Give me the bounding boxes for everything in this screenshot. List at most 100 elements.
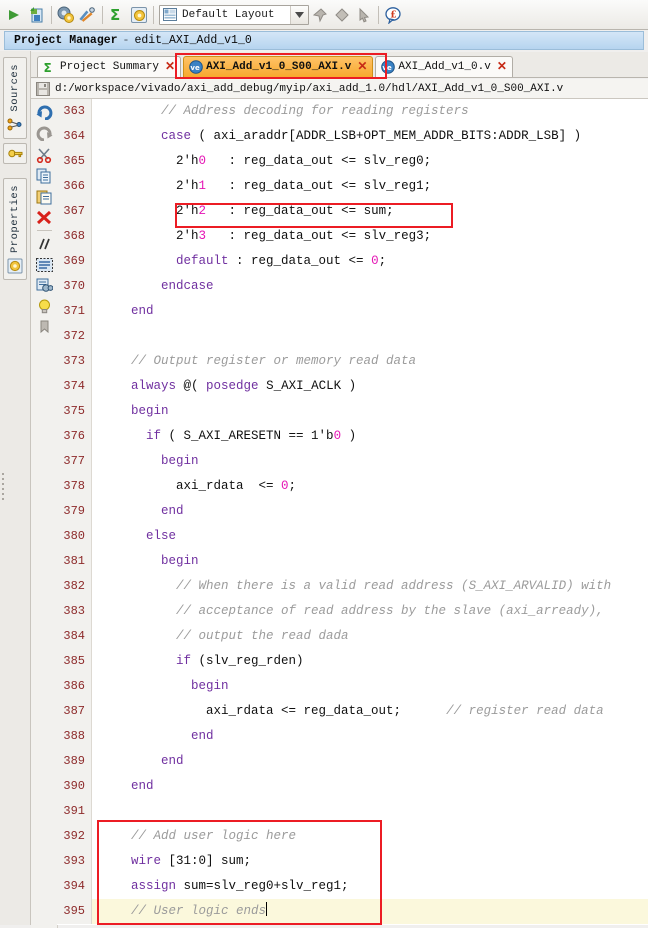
line-text[interactable]: // output the read dada — [92, 624, 349, 649]
cursor-arrow-icon[interactable] — [353, 3, 375, 27]
code-line-365[interactable]: 365 2'h0 : reg_data_out <= slv_reg0; — [57, 149, 648, 174]
code-line-395[interactable]: 395 // User logic ends — [57, 899, 648, 924]
cut-scissors-icon[interactable] — [33, 144, 55, 165]
line-text[interactable]: // User logic ends — [92, 899, 268, 924]
code-line-376[interactable]: 376 if ( S_AXI_ARESETN == 1'b0 ) — [57, 424, 648, 449]
code-line-391[interactable]: 391 — [57, 799, 648, 824]
code-line-381[interactable]: 381 begin — [57, 549, 648, 574]
code-line-385[interactable]: 385 if (slv_reg_rden) — [57, 649, 648, 674]
panel-resize-grip[interactable] — [0, 470, 6, 530]
line-text[interactable]: 2'h2 : reg_data_out <= sum; — [92, 199, 394, 224]
line-text[interactable]: // Output register or memory read data — [92, 349, 416, 374]
save-file-icon[interactable] — [31, 81, 55, 96]
code-line-364[interactable]: 364 case ( axi_araddr[ADDR_LSB+OPT_MEM_A… — [57, 124, 648, 149]
line-text[interactable]: end — [92, 299, 154, 324]
sidebar-key-button[interactable] — [3, 142, 27, 164]
line-text[interactable]: wire [31:0] sum; — [92, 849, 251, 874]
settings-gear-icon[interactable] — [55, 3, 77, 27]
code-line-394[interactable]: 394 assign sum=slv_reg0+slv_reg1; — [57, 874, 648, 899]
code-line-387[interactable]: 387 axi_rdata <= reg_data_out; // regist… — [57, 699, 648, 724]
code-line-377[interactable]: 377 begin — [57, 449, 648, 474]
code-line-374[interactable]: 374 always @( posedge S_AXI_ACLK ) — [57, 374, 648, 399]
bookmark-icon[interactable] — [33, 317, 55, 338]
line-text[interactable]: axi_rdata <= 0; — [92, 474, 296, 499]
line-text[interactable]: begin — [92, 449, 199, 474]
line-text[interactable]: 2'h3 : reg_data_out <= slv_reg3; — [92, 224, 431, 249]
code-line-369[interactable]: 369 default : reg_data_out <= 0; — [57, 249, 648, 274]
code-line-379[interactable]: 379 end — [57, 499, 648, 524]
code-line-371[interactable]: 371 end — [57, 299, 648, 324]
properties-gear-icon — [6, 257, 24, 275]
line-text[interactable]: end — [92, 774, 154, 799]
line-text[interactable]: end — [92, 749, 184, 774]
diamond-icon[interactable] — [331, 3, 353, 27]
chevron-down-icon[interactable] — [290, 5, 308, 24]
code-line-375[interactable]: 375 begin — [57, 399, 648, 424]
line-text[interactable]: // acceptance of read address by the sla… — [92, 599, 604, 624]
lightbulb-icon[interactable] — [33, 296, 55, 317]
pin-icon[interactable] — [309, 3, 331, 27]
help-tip-icon[interactable]: £ — [382, 3, 404, 27]
report-icon[interactable] — [26, 3, 48, 27]
sidebar-group-properties[interactable]: Properties — [3, 177, 27, 280]
code-line-388[interactable]: 388 end — [57, 724, 648, 749]
line-text[interactable]: // Address decoding for reading register… — [92, 99, 469, 124]
line-text[interactable]: always @( posedge S_AXI_ACLK ) — [92, 374, 356, 399]
line-text[interactable]: 2'h0 : reg_data_out <= slv_reg0; — [92, 149, 431, 174]
code-line-378[interactable]: 378 axi_rdata <= 0; — [57, 474, 648, 499]
line-text[interactable]: begin — [92, 399, 169, 424]
line-text[interactable]: end — [92, 499, 184, 524]
line-text[interactable]: if ( S_AXI_ARESETN == 1'b0 ) — [92, 424, 356, 449]
code-line-386[interactable]: 386 begin — [57, 674, 648, 699]
comment-slashes-icon[interactable] — [33, 233, 55, 254]
line-text[interactable]: // Add user logic here — [92, 824, 296, 849]
line-text[interactable]: case ( axi_araddr[ADDR_LSB+OPT_MEM_ADDR_… — [92, 124, 581, 149]
code-line-372[interactable]: 372 — [57, 324, 648, 349]
tab-project-summary[interactable]: Σ Project Summary ✕ — [37, 56, 182, 77]
line-text[interactable]: default : reg_data_out <= 0; — [92, 249, 386, 274]
layout-select[interactable]: Default Layout — [159, 4, 309, 25]
code-line-380[interactable]: 380 else — [57, 524, 648, 549]
delete-x-icon[interactable] — [33, 207, 55, 228]
find-binoculars-icon[interactable] — [33, 275, 55, 296]
line-text[interactable]: if (slv_reg_rden) — [92, 649, 304, 674]
ip-settings-icon[interactable] — [128, 3, 150, 27]
copy-icon[interactable] — [33, 165, 55, 186]
code-line-382[interactable]: 382 // When there is a valid read addres… — [57, 574, 648, 599]
undo-icon[interactable] — [33, 102, 55, 123]
line-text[interactable]: endcase — [92, 274, 214, 299]
close-icon[interactable]: ✕ — [165, 61, 175, 73]
line-text[interactable]: else — [92, 524, 176, 549]
line-text[interactable]: begin — [92, 674, 229, 699]
line-text[interactable]: // When there is a valid read address (S… — [92, 574, 611, 599]
line-text[interactable]: assign sum=slv_reg0+slv_reg1; — [92, 874, 349, 899]
line-text[interactable]: 2'h1 : reg_data_out <= slv_reg1; — [92, 174, 431, 199]
select-block-icon[interactable] — [33, 254, 55, 275]
paste-icon[interactable] — [33, 186, 55, 207]
run-arrow-icon[interactable] — [4, 3, 26, 27]
sidebar-group-sources[interactable]: Sources — [3, 57, 27, 139]
tab-axi-add-v1-0[interactable]: ve AXI_Add_v1_0.v ✕ — [375, 56, 513, 77]
code-line-368[interactable]: 368 2'h3 : reg_data_out <= slv_reg3; — [57, 224, 648, 249]
code-line-363[interactable]: 363 // Address decoding for reading regi… — [57, 99, 648, 124]
code-line-390[interactable]: 390 end — [57, 774, 648, 799]
redo-icon[interactable] — [33, 123, 55, 144]
code-line-384[interactable]: 384 // output the read dada — [57, 624, 648, 649]
code-editor[interactable]: 363 // Address decoding for reading regi… — [57, 99, 648, 925]
line-text[interactable]: end — [92, 724, 214, 749]
code-line-366[interactable]: 366 2'h1 : reg_data_out <= slv_reg1; — [57, 174, 648, 199]
line-text[interactable]: axi_rdata <= reg_data_out; // register r… — [92, 699, 604, 724]
line-text[interactable]: begin — [92, 549, 199, 574]
code-line-373[interactable]: 373 // Output register or memory read da… — [57, 349, 648, 374]
tab-axi-add-v1-0-s00-axi[interactable]: ve AXI_Add_v1_0_S00_AXI.v ✕ — [183, 56, 374, 77]
code-line-392[interactable]: 392 // Add user logic here — [57, 824, 648, 849]
code-line-370[interactable]: 370 endcase — [57, 274, 648, 299]
code-line-393[interactable]: 393 wire [31:0] sum; — [57, 849, 648, 874]
sigma-icon[interactable]: Σ — [106, 3, 128, 27]
code-line-383[interactable]: 383 // acceptance of read address by the… — [57, 599, 648, 624]
close-icon[interactable]: ✕ — [357, 61, 367, 73]
tools-icon[interactable] — [77, 3, 99, 27]
code-line-389[interactable]: 389 end — [57, 749, 648, 774]
code-line-367[interactable]: 367 2'h2 : reg_data_out <= sum; — [57, 199, 648, 224]
close-icon[interactable]: ✕ — [497, 61, 507, 73]
